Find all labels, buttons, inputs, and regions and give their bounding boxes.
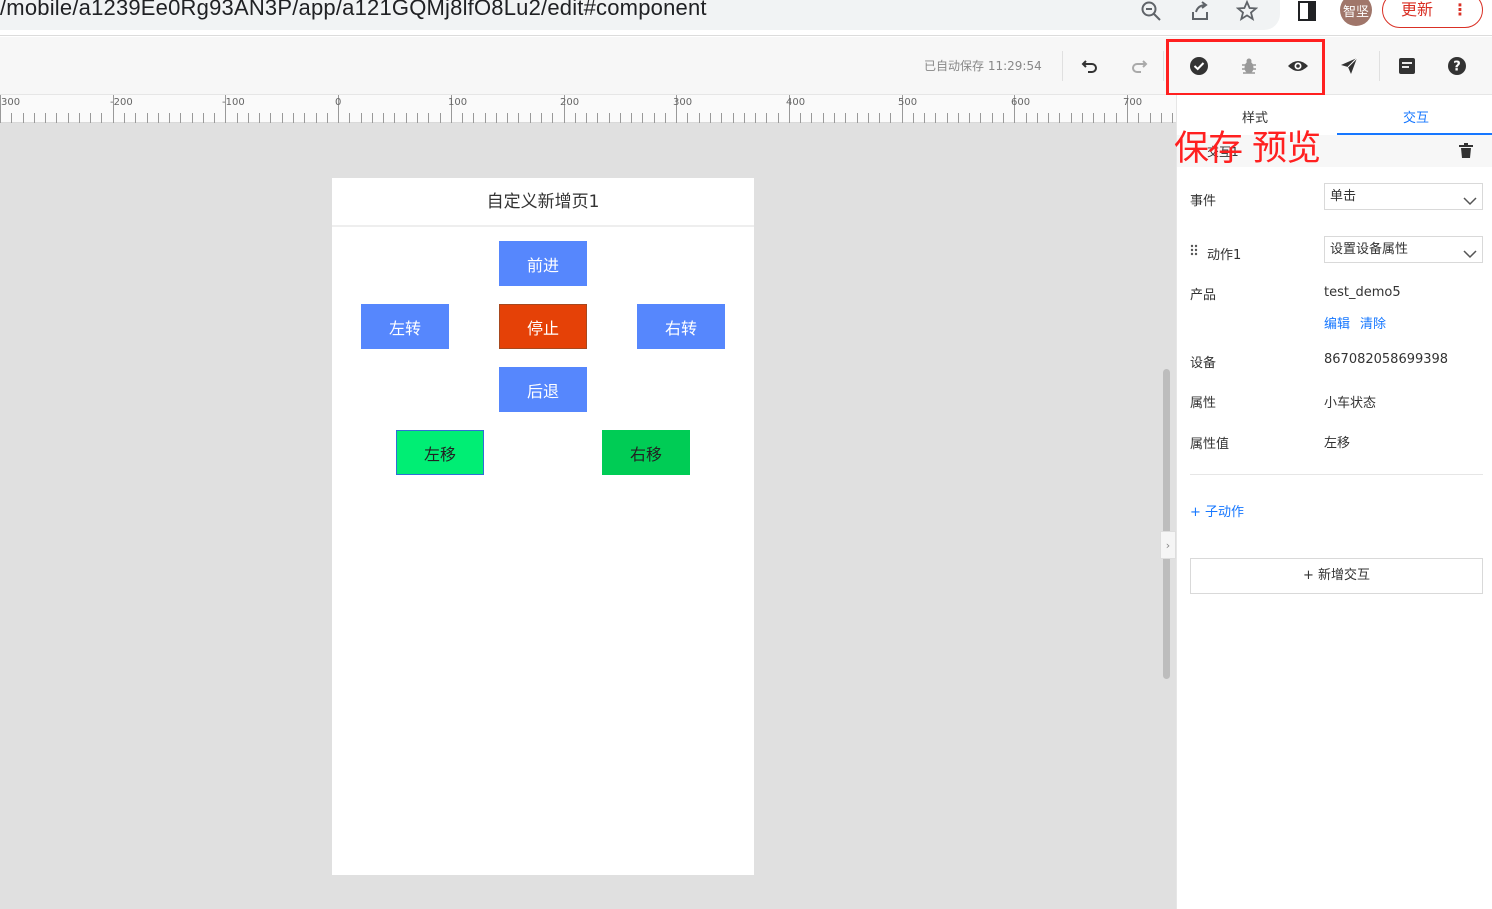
add-interaction-button[interactable]: + 新增交互 — [1190, 558, 1483, 594]
save-preview-annotation: 保存 预览 — [1174, 129, 1321, 169]
zoom-icon[interactable] — [1138, 0, 1164, 24]
ruler-label: 700 — [1123, 97, 1143, 108]
drag-handle-icon[interactable] — [1190, 244, 1198, 260]
chevron-down-icon — [1463, 190, 1477, 215]
toolbar-divider — [1379, 51, 1380, 81]
ruler-label: 300 — [1, 97, 21, 108]
update-button[interactable]: 更新 ⋮ — [1382, 0, 1483, 28]
svg-text:?: ? — [1453, 60, 1461, 75]
left-move-button[interactable]: 左移 — [396, 430, 484, 475]
back-button[interactable]: 后退 — [499, 367, 587, 412]
bookmark-star-icon[interactable] — [1234, 0, 1260, 24]
device-label: 设备 — [1190, 356, 1217, 371]
edit-link[interactable]: 编辑 — [1324, 313, 1350, 332]
horizontal-ruler: 300 -200 -100 0 100 200 300 400 500 600 … — [0, 95, 1176, 123]
help-icon[interactable]: ? — [1445, 54, 1469, 78]
update-label: 更新 — [1401, 0, 1434, 19]
publish-send-icon[interactable] — [1337, 54, 1361, 78]
browser-address-bar: /mobile/a1239Ee0Rg93AN3P/app/a121GQMj8lf… — [0, 0, 1492, 36]
event-value: 单击 — [1330, 189, 1357, 204]
clear-link[interactable]: 清除 — [1360, 313, 1386, 332]
ruler-label: 400 — [786, 97, 806, 108]
property-value-label: 属性值 — [1190, 437, 1230, 452]
action-value: 设置设备属性 — [1330, 242, 1409, 257]
redo-icon[interactable] — [1127, 54, 1151, 78]
right-move-button[interactable]: 右移 — [602, 430, 690, 475]
ruler-label: -100 — [222, 97, 245, 108]
stop-button[interactable]: 停止 — [499, 304, 587, 349]
add-sub-action-link[interactable]: + 子动作 — [1190, 501, 1244, 520]
ruler-label: 300 — [673, 97, 693, 108]
forward-button[interactable]: 前进 — [499, 241, 587, 286]
ruler-label: 500 — [898, 97, 918, 108]
properties-panel: 样式 交互 交互1 事件 单击 动作1 设置设备属性 产品 test_demo5… — [1176, 95, 1492, 909]
chevron-right-icon: › — [1165, 538, 1171, 552]
event-label: 事件 — [1190, 194, 1217, 209]
editor-canvas[interactable]: 自定义新增页1 前进 左转 停止 右转 后退 左移 右移 › — [0, 123, 1176, 909]
device-value: 867082058699398 — [1324, 352, 1449, 367]
panel-collapse-toggle[interactable]: › — [1160, 531, 1176, 559]
divider — [1190, 474, 1483, 475]
ruler-label: 0 — [335, 97, 342, 108]
ruler-ticks — [0, 95, 1173, 123]
side-panel-icon[interactable] — [1294, 0, 1320, 24]
more-menu-icon[interactable]: ⋮ — [1452, 0, 1468, 27]
save-preview-highlight-box — [1166, 39, 1325, 96]
document-icon[interactable] — [1395, 54, 1419, 78]
event-select[interactable]: 单击 — [1324, 183, 1483, 210]
ruler-label: 200 — [560, 97, 580, 108]
property-value: 小车状态 — [1324, 396, 1377, 411]
product-label: 产品 — [1190, 288, 1217, 303]
ruler-label: 600 — [1011, 97, 1031, 108]
toolbar-divider — [1062, 51, 1063, 81]
ruler-label: -200 — [110, 97, 133, 108]
action-label: 动作1 — [1207, 248, 1242, 263]
canvas-scrollbar[interactable] — [1163, 369, 1170, 679]
mobile-page-preview[interactable]: 自定义新增页1 前进 左转 停止 右转 后退 左移 右移 — [332, 178, 754, 875]
product-value: test_demo5 — [1324, 285, 1401, 300]
autosave-status: 已自动保存 11:29:54 — [924, 59, 1042, 73]
tab-interaction[interactable]: 交互 — [1403, 107, 1429, 126]
action-select[interactable]: 设置设备属性 — [1324, 236, 1483, 263]
property-label: 属性 — [1190, 396, 1217, 411]
trash-icon[interactable] — [1459, 143, 1473, 162]
share-icon[interactable] — [1187, 0, 1213, 24]
url-box[interactable]: /mobile/a1239Ee0Rg93AN3P/app/a121GQMj8lf… — [0, 0, 1280, 30]
right-turn-button[interactable]: 右转 — [637, 304, 725, 349]
page-title[interactable]: 自定义新增页1 — [332, 178, 754, 227]
chevron-down-icon — [1463, 243, 1477, 268]
toolbar-divider — [1163, 51, 1164, 81]
avatar[interactable]: 智坚 — [1340, 0, 1372, 26]
property-value-value: 左移 — [1324, 436, 1351, 451]
undo-icon[interactable] — [1078, 54, 1102, 78]
url-text[interactable]: /mobile/a1239Ee0Rg93AN3P/app/a121GQMj8lf… — [0, 0, 707, 21]
left-turn-button[interactable]: 左转 — [361, 304, 449, 349]
ruler-label: 100 — [448, 97, 468, 108]
